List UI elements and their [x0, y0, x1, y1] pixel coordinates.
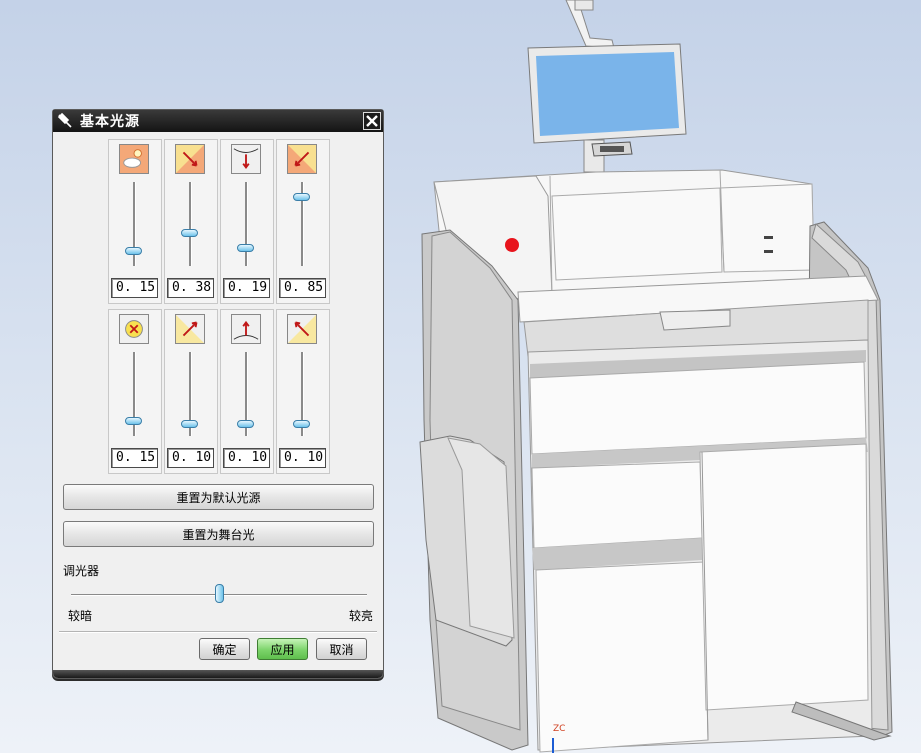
light-source-cell: 0. 15( — [108, 309, 162, 474]
reset-default-light-button[interactable]: 重置为默认光源 — [63, 484, 374, 510]
light-intensity-input[interactable]: 0. 15( — [111, 448, 158, 468]
bottom-light-icon[interactable] — [231, 314, 261, 344]
monitor-screen — [536, 52, 679, 136]
cancel-button[interactable]: 取消 — [316, 638, 367, 660]
bottom-right-light-icon[interactable] — [287, 314, 317, 344]
light-source-cell: 0. 10( — [220, 309, 274, 474]
dimmer-min-label: 较暗 — [68, 609, 93, 623]
light-source-cell: 0. 38( — [164, 139, 218, 304]
ok-button[interactable]: 确定 — [199, 638, 250, 660]
axis-label-zc: ZC — [553, 724, 566, 734]
indicator-light — [505, 238, 519, 252]
light-source-cell: 0. 10( — [276, 309, 330, 474]
light-intensity-slider-thumb[interactable] — [125, 246, 142, 255]
dialog-bottom-bar — [53, 670, 383, 678]
light-source-cell: 0. 10( — [164, 309, 218, 474]
light-intensity-input[interactable]: 0. 10( — [167, 448, 214, 468]
dimmer-max-label: 较亮 — [348, 609, 373, 623]
apply-button[interactable]: 应用 — [257, 638, 308, 660]
close-button[interactable] — [363, 112, 381, 130]
light-intensity-slider-thumb[interactable] — [237, 420, 254, 429]
dimmer-label: 调光器 — [63, 564, 100, 578]
close-icon — [366, 115, 378, 127]
light-intensity-slider-thumb[interactable] — [181, 229, 198, 238]
light-sources-grid: 0. 15( 0. 38( 0. 19( 0. 85( 0. 15( 0. 10( 0. 1… — [108, 139, 330, 475]
light-intensity-slider-track[interactable] — [245, 182, 248, 266]
reset-stage-light-button[interactable]: 重置为舞台光 — [63, 521, 374, 547]
light-intensity-input[interactable]: 0. 10( — [279, 448, 326, 468]
top-light-icon[interactable] — [231, 144, 261, 174]
light-intensity-input[interactable]: 0. 38( — [167, 278, 214, 298]
light-intensity-slider-thumb[interactable] — [125, 416, 142, 425]
top-left-light-icon[interactable] — [175, 144, 205, 174]
dialog-titlebar[interactable]: 基本光源 — [53, 110, 383, 132]
light-intensity-input[interactable]: 0. 10( — [223, 448, 270, 468]
light-intensity-input[interactable]: 0. 19( — [223, 278, 270, 298]
light-source-cell: 0. 15( — [108, 139, 162, 304]
light-source-cell: 0. 85( — [276, 139, 330, 304]
pin-icon[interactable] — [56, 112, 74, 130]
light-intensity-input[interactable]: 0. 15( — [111, 278, 158, 298]
basic-light-dialog: 基本光源 0. 15( 0. 38( 0. 19( 0. 85( 0. 15( 0. 10… — [52, 109, 384, 679]
dimmer-slider-thumb[interactable] — [215, 584, 224, 603]
top-right-light-icon[interactable] — [287, 144, 317, 174]
bottom-left-light-icon[interactable] — [175, 314, 205, 344]
light-intensity-slider-thumb[interactable] — [181, 420, 198, 429]
light-intensity-slider-thumb[interactable] — [293, 420, 310, 429]
front-light-icon[interactable] — [119, 314, 149, 344]
light-intensity-slider-thumb[interactable] — [293, 193, 310, 202]
light-intensity-slider-track[interactable] — [189, 182, 192, 266]
light-source-cell: 0. 19( — [220, 139, 274, 304]
divider — [59, 631, 377, 633]
light-intensity-slider-thumb[interactable] — [237, 243, 254, 252]
light-intensity-input[interactable]: 0. 85( — [279, 278, 326, 298]
ambient-light-icon[interactable] — [119, 144, 149, 174]
dialog-title: 基本光源 — [80, 114, 140, 130]
